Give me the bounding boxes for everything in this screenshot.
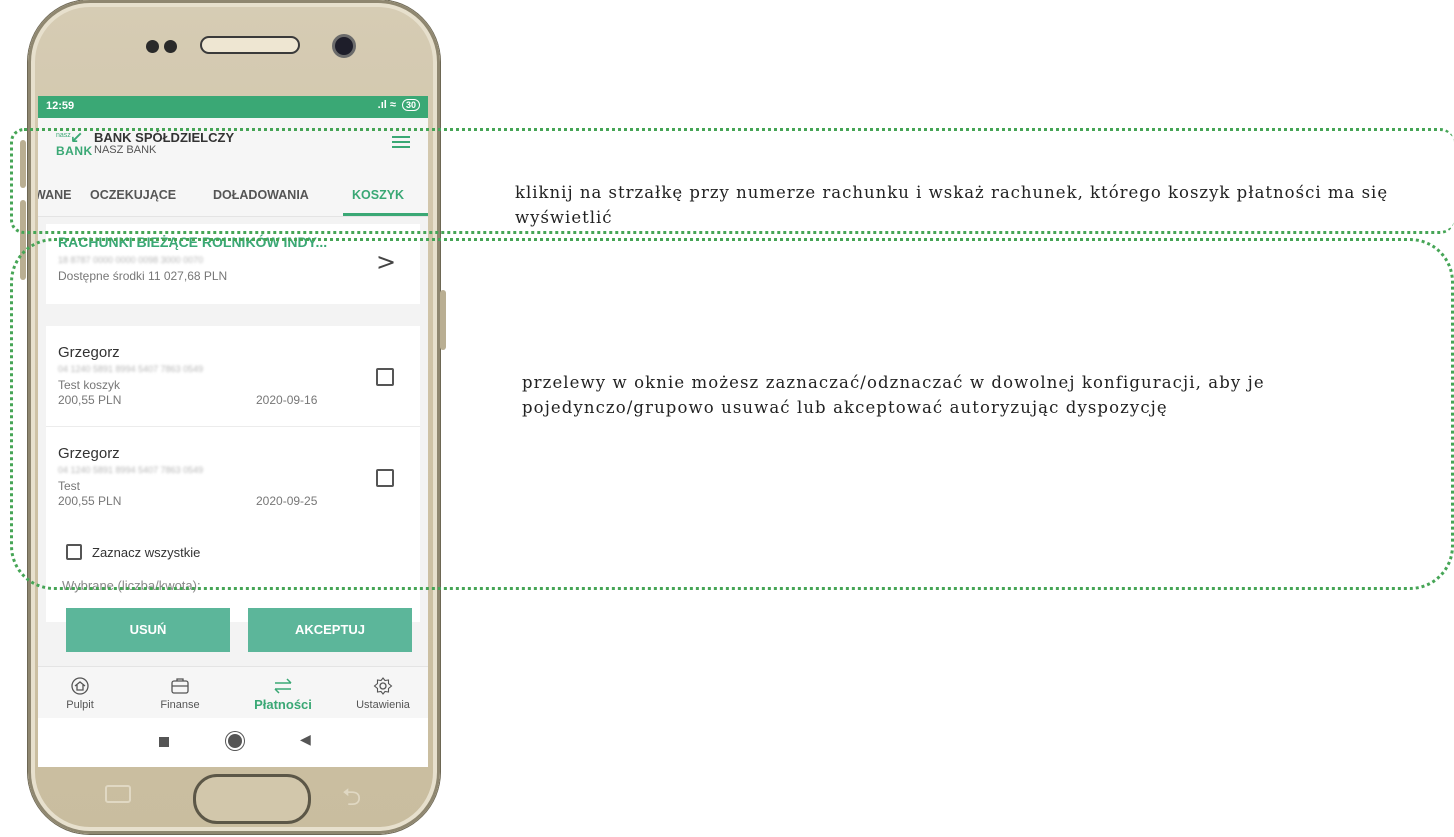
annotation-text-account: kliknij na strzałkę przy numerze rachunk… [515, 183, 1389, 227]
wifi-icon: ≈ [389, 99, 396, 111]
transfer-arrows-icon [274, 678, 292, 694]
nav-label: Płatności [254, 697, 312, 712]
nav-label: Pulpit [66, 699, 94, 711]
recent-apps-icon[interactable] [105, 785, 131, 803]
sensor-dot [146, 40, 159, 53]
recents-square-icon[interactable] [159, 737, 169, 747]
signal-icon: .ıl [377, 99, 387, 111]
sensor-dot [164, 40, 177, 53]
home-circle-icon[interactable] [228, 734, 242, 748]
earpiece-speaker [200, 36, 300, 54]
home-button[interactable] [193, 774, 311, 824]
android-navigation-bar: ◀ [38, 718, 428, 767]
annotation-text-transfers: przelewy w oknie możesz zaznaczać/odznac… [522, 373, 1265, 417]
status-time: 12:59 [46, 100, 75, 112]
gear-icon [373, 677, 393, 695]
nav-item-platnosci[interactable]: Płatności [243, 667, 323, 719]
nav-item-finanse[interactable]: Finanse [140, 667, 220, 719]
front-camera [332, 34, 356, 58]
nav-label: Ustawienia [356, 699, 410, 711]
nav-item-pulpit[interactable]: Pulpit [40, 667, 120, 719]
wallet-icon [171, 678, 189, 694]
delete-button[interactable]: USUŃ [66, 608, 230, 652]
battery-icon: 30 [401, 99, 420, 111]
bottom-navigation: Pulpit Finanse Płatności Ustawienia [38, 666, 428, 719]
nav-label: Finanse [160, 699, 200, 711]
back-triangle-icon[interactable]: ◀ [300, 732, 311, 748]
back-key-icon[interactable]: ⮌ [342, 780, 361, 821]
nav-item-ustawienia[interactable]: Ustawienia [343, 667, 423, 719]
home-icon [71, 677, 89, 695]
status-icons: .ıl ≈ 30 [378, 99, 420, 111]
accept-button[interactable]: AKCEPTUJ [248, 608, 412, 652]
status-bar: 12:59 .ıl ≈ 30 [38, 96, 428, 118]
